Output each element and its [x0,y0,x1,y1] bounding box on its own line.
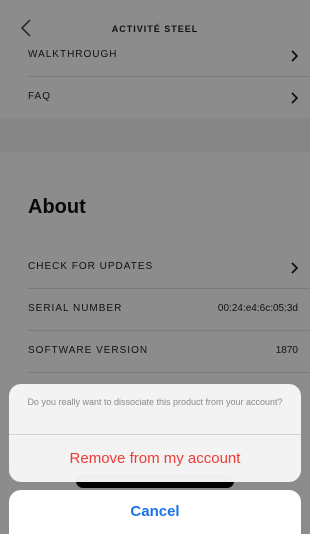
action-sheet: Do you really want to dissociate this pr… [9,384,301,482]
remove-from-account-button[interactable]: Remove from my account [9,435,301,482]
action-sheet-message: Do you really want to dissociate this pr… [27,397,283,407]
cancel-button[interactable]: Cancel [9,490,301,534]
